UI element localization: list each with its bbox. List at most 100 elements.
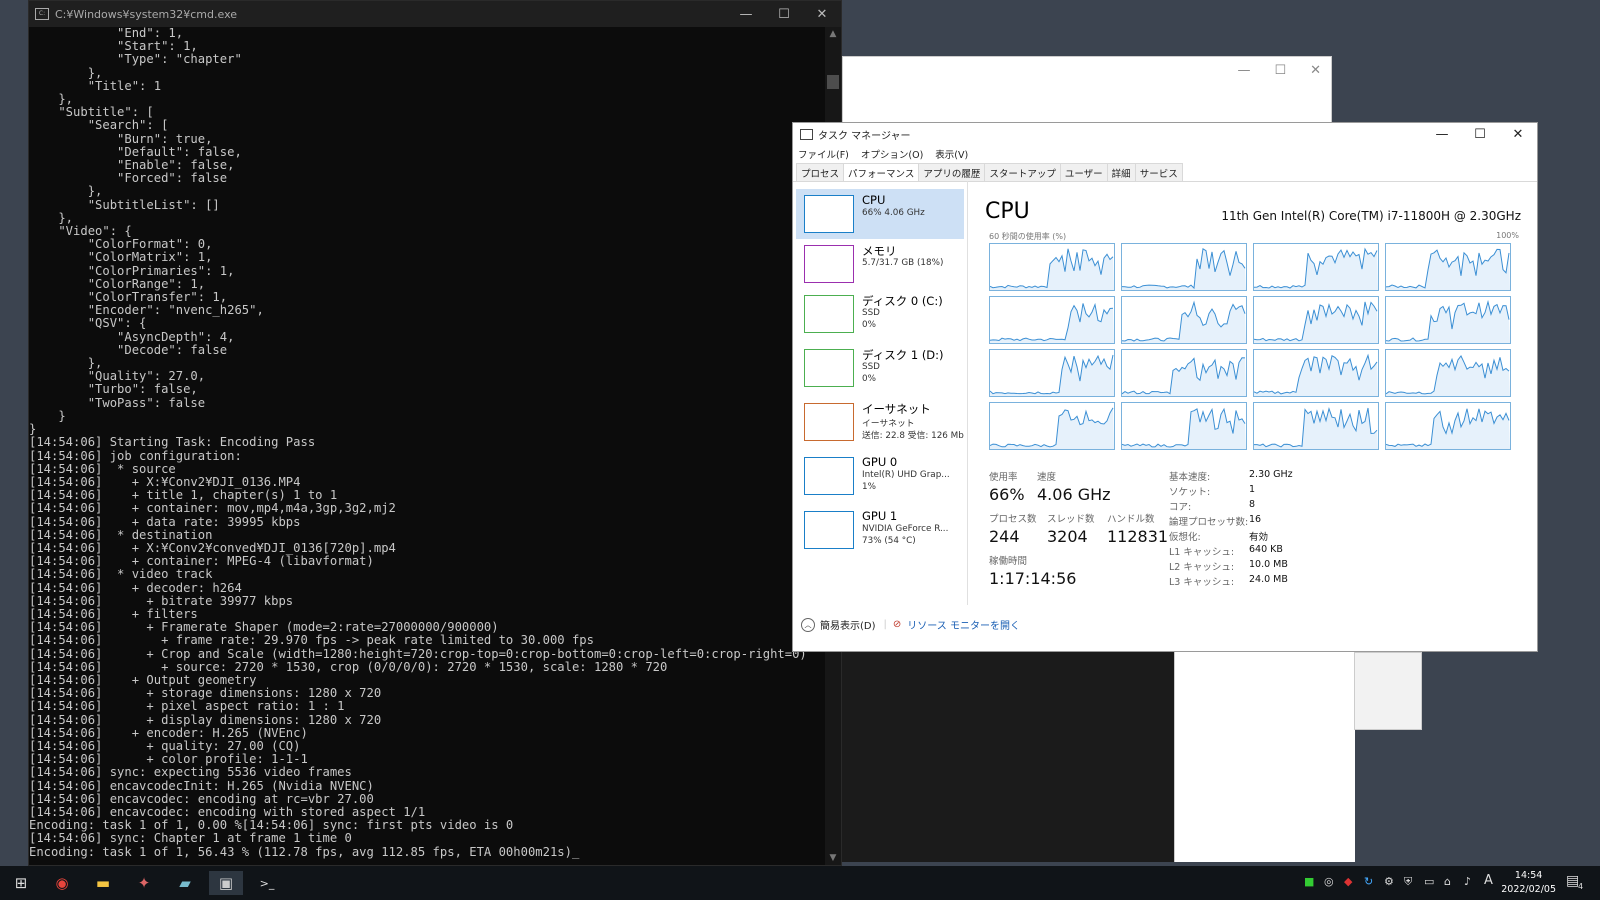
tab-0[interactable]: プロセス [796,163,845,181]
task-manager-footer: ︿ 簡易表示(D) | ⊘ リソース モニターを開く [801,617,1020,632]
nvidia-tray-icon[interactable]: ■ [1304,875,1314,888]
scrollbar-thumb[interactable] [827,75,839,89]
cpu-core-graph [989,402,1115,450]
shield-tray-icon[interactable]: ⛨ [1404,875,1412,889]
tab-5[interactable]: 詳細 [1106,163,1136,181]
cmd-icon: C: [35,8,49,20]
sidebar-item-5[interactable]: GPU 0 Intel(R) UHD Grap... 1% [796,451,964,501]
close-button[interactable]: ✕ [803,7,841,22]
minimize-button[interactable]: — [1423,127,1461,142]
sidebar-thumbnail-graph [804,457,854,495]
steam-tray-icon[interactable]: ◎ [1324,875,1334,888]
cmd-title: C:¥Windows¥system32¥cmd.exe [55,7,238,21]
tab-4[interactable]: ユーザー [1059,163,1108,181]
spec-key: 論理プロセッサ数: [1169,517,1249,528]
sidebar-item-name: CPU [862,193,886,207]
menu-item-2[interactable]: 表示(V) [935,147,968,161]
network-tray-icon[interactable]: ⌂ [1444,875,1451,888]
sidebar-item-4[interactable]: イーサネット イーサネット 送信: 22.8 受信: 126 Mb [796,397,964,447]
cpu-core-graph [989,349,1115,397]
settings-tray-icon[interactable]: ⚙ [1384,875,1394,888]
resource-monitor-icon: ⊘ [892,619,902,630]
minimize-button[interactable]: — [727,7,765,22]
task-manager-window: タスク マネージャー — ☐ ✕ ファイル(F) オプション(O) 表示(V) プロ… [792,122,1538,652]
scroll-up-icon[interactable]: ▲ [825,29,841,39]
spec-key: 仮想化: [1169,532,1201,543]
cpu-model-name: 11th Gen Intel(R) Core(TM) i7-11800H @ 2… [1221,209,1521,223]
cmd-icon[interactable]: >_ [250,871,284,895]
security-tray-icon[interactable]: ◆ [1344,875,1352,888]
open-resource-monitor-link[interactable]: リソース モニターを開く [907,617,1020,632]
sidebar-thumbnail-graph [804,511,854,549]
usage-value: 66% [989,485,1025,504]
tab-3[interactable]: スタートアップ [984,163,1061,181]
system-clock[interactable]: 14:54 2022/02/05 [1501,869,1556,897]
sidebar-item-3[interactable]: ディスク 1 (D:) SSD 0% [796,343,964,393]
spec-value: 有効 [1249,532,1269,543]
graph-axis-label: 60 秒間の使用率 (%) [989,232,1067,241]
sidebar-item-l1: SSD [862,362,880,372]
app-icon[interactable]: ✦ [127,871,161,895]
chrome-icon[interactable]: ◉ [45,871,79,895]
menu-item-1[interactable]: オプション(O) [861,147,923,161]
windows-start-icon[interactable]: ⊞ [4,871,38,895]
ime-indicator[interactable]: A [1484,873,1493,888]
sidebar-item-l2: 73% (54 °C) [862,536,916,546]
volume-tray-icon[interactable]: ♪ [1464,875,1471,888]
clock-time: 14:54 [1514,870,1543,881]
cpu-core-graph [1385,402,1511,450]
task-manager-titlebar[interactable]: タスク マネージャー — ☐ ✕ [793,123,1537,145]
menu-item-0[interactable]: ファイル(F) [798,147,849,161]
tab-6[interactable]: サービス [1134,163,1183,181]
cpu-core-graph [1253,296,1379,344]
process-count-label: プロセス数 [989,514,1037,525]
minimize-button[interactable]: — [1237,63,1250,78]
cmd-window: C: C:¥Windows¥system32¥cmd.exe — ☐ ✕ "En… [28,0,842,866]
scroll-down-icon[interactable]: ▼ [825,853,841,863]
speed-label: 速度 [1037,472,1057,483]
maximize-button[interactable]: ☐ [1274,63,1286,78]
sidebar-thumbnail-graph [804,245,854,283]
cpu-core-graph [1253,349,1379,397]
close-button[interactable]: ✕ [1310,63,1321,78]
spec-key: 基本速度: [1169,472,1211,483]
background-dark-window [842,652,1174,862]
console-output[interactable]: "End": 1, "Start": 1, "Type": "chapter" … [29,27,819,867]
tab-1[interactable]: パフォーマンス [843,163,920,181]
sidebar-item-6[interactable]: GPU 1 NVIDIA GeForce R... 73% (54 °C) [796,505,964,555]
thread-count-label: スレッド数 [1047,514,1095,525]
spec-value: 640 KB [1249,544,1283,555]
cpu-core-graph [989,296,1115,344]
file-explorer-icon[interactable]: ▬ [86,871,120,895]
sidebar-item-0[interactable]: CPU 66% 4.06 GHz [796,189,964,239]
sidebar-item-2[interactable]: ディスク 0 (C:) SSD 0% [796,289,964,339]
spec-value: 1 [1249,484,1256,495]
background-window-controls: — ☐ ✕ [1237,63,1321,78]
cmd-titlebar[interactable]: C: C:¥Windows¥system32¥cmd.exe — ☐ ✕ [29,1,841,27]
collapse-chevron-icon[interactable]: ︿ [801,617,815,632]
sidebar-item-l2: 送信: 22.8 受信: 126 Mb [862,431,964,441]
battery-tray-icon[interactable]: ▭ [1424,875,1434,888]
sidebar-item-1[interactable]: メモリ 5.7/31.7 GB (18%) [796,239,964,289]
sidebar-item-name: イーサネット [862,402,931,416]
speed-value: 4.06 GHz [1037,485,1111,504]
sidebar-item-name: GPU 0 [862,455,898,469]
fewer-details-button[interactable]: 簡易表示(D) [820,617,876,632]
close-button[interactable]: ✕ [1499,127,1537,142]
notepad-icon[interactable]: ▰ [168,871,202,895]
handbrake-icon[interactable]: ▣ [209,871,243,895]
cpu-core-graph [1121,349,1247,397]
usage-label: 使用率 [989,472,1018,483]
spec-key: L3 キャッシュ: [1169,577,1235,588]
sidebar-thumbnail-graph [804,195,854,233]
tab-2[interactable]: アプリの履歴 [918,163,986,181]
maximize-button[interactable]: ☐ [765,7,803,22]
maximize-button[interactable]: ☐ [1461,127,1499,142]
cpu-core-graph [1121,296,1247,344]
spec-value: 2.30 GHz [1249,469,1293,480]
sync-tray-icon[interactable]: ↻ [1364,875,1373,888]
cpu-core-graph [1121,243,1247,291]
sidebar-divider [967,181,968,605]
menu-bar: ファイル(F) オプション(O) 表示(V) [793,145,1537,163]
spec-value: 8 [1249,499,1256,510]
